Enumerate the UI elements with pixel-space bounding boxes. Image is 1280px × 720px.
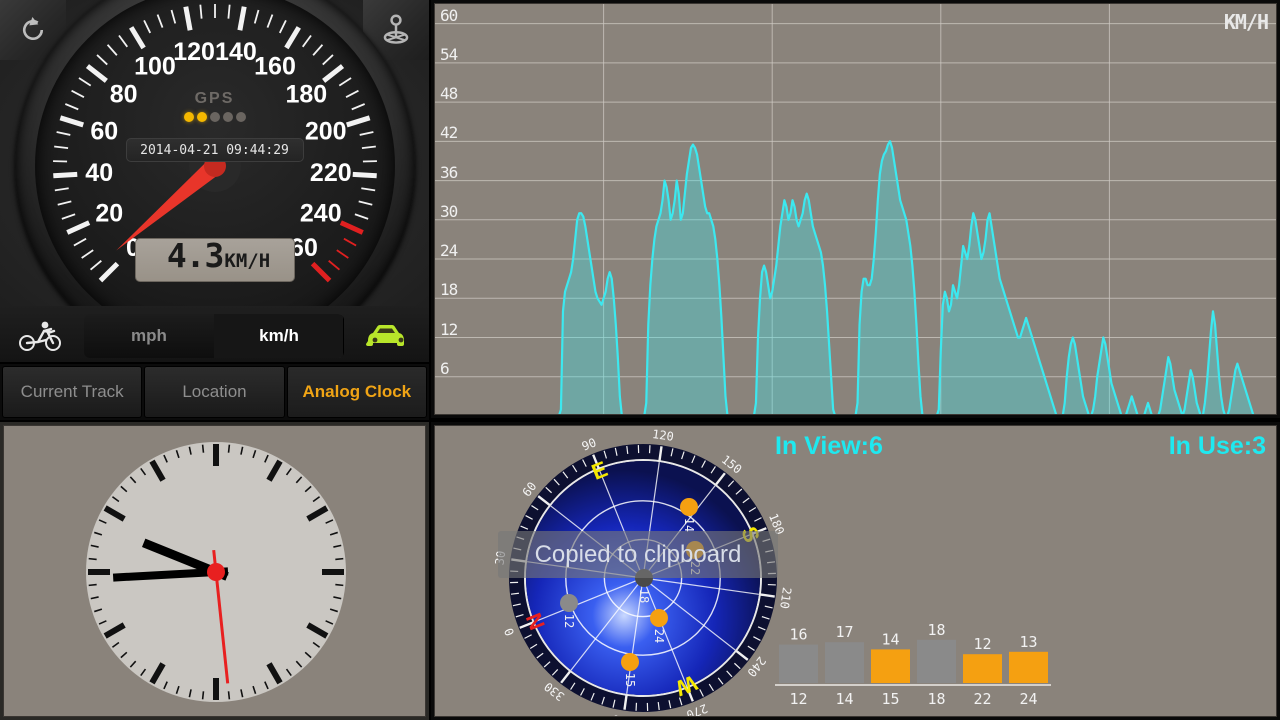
gps-dot xyxy=(209,112,220,122)
gps-dot xyxy=(222,112,233,122)
graph-y-tick: 48 xyxy=(440,84,458,104)
gps-dot xyxy=(196,112,207,122)
svg-text:24: 24 xyxy=(1019,690,1037,708)
speed-graph-svg xyxy=(435,4,1276,414)
analog-clock xyxy=(3,425,426,717)
bicycle-mode-button[interactable] xyxy=(6,312,76,360)
svg-text:90: 90 xyxy=(580,435,599,453)
speed-unit: KM/H xyxy=(224,250,271,272)
unit-tab-mph[interactable]: mph xyxy=(84,314,214,358)
speedometer-bottom-bar: mph km/h xyxy=(0,306,429,362)
tab-current-track[interactable]: Current Track xyxy=(2,366,143,418)
analog-clock-panel[interactable] xyxy=(0,422,429,720)
graph-unit-label: KM/H xyxy=(1223,10,1269,34)
satellite-view: In View:6 In Use:3 030609012015018021024… xyxy=(434,425,1277,717)
svg-text:60: 60 xyxy=(520,479,540,499)
gps-dot xyxy=(235,112,246,122)
tab-bar: Current Track Location Analog Clock xyxy=(0,364,429,420)
unit-tab-km-h[interactable]: km/h xyxy=(214,314,344,358)
dial-face: 0 20 40 60 80 100 120 140 160 180 200 220 240 260 xyxy=(35,0,395,346)
tab-location[interactable]: Location xyxy=(144,366,285,418)
svg-text:12: 12 xyxy=(562,614,576,628)
svg-text:16: 16 xyxy=(789,626,807,644)
speedometer-panel: 0 20 40 60 80 100 120 140 160 180 200 220 240 260 GPS… xyxy=(0,0,429,362)
satellite-panel[interactable]: In View:6 In Use:3 030609012015018021024… xyxy=(431,422,1280,720)
graph-y-tick: 18 xyxy=(440,280,458,300)
dial-scale: 020406080100120 140160180200220240260 xyxy=(53,4,377,283)
svg-text:24: 24 xyxy=(652,629,666,643)
svg-text:220: 220 xyxy=(310,159,352,187)
analog-clock-svg xyxy=(86,442,346,702)
svg-text:15: 15 xyxy=(881,690,899,708)
svg-text:120: 120 xyxy=(173,38,215,66)
graph-y-tick: 24 xyxy=(440,241,458,261)
svg-text:15: 15 xyxy=(623,673,637,687)
satellite-snr-bars: 16 12 17 14 14 15 18 18 12 22 13 24 xyxy=(775,621,1051,708)
toast-message: Copied to clipboard xyxy=(498,531,778,578)
svg-text:40: 40 xyxy=(85,159,113,187)
svg-text:0: 0 xyxy=(502,626,518,638)
graph-y-tick: 30 xyxy=(440,201,458,221)
svg-text:12: 12 xyxy=(789,690,807,708)
svg-text:14: 14 xyxy=(881,630,899,648)
gps-signal-dots xyxy=(0,112,429,122)
svg-text:100: 100 xyxy=(134,53,176,81)
graph-y-tick: 42 xyxy=(440,123,458,143)
bicycle-icon xyxy=(19,321,61,351)
speed-graph[interactable]: KM/H 6 12 18 24 30 36 42 48 54 60 xyxy=(434,3,1277,415)
unit-toggle[interactable]: mph km/h xyxy=(84,314,344,358)
car-icon xyxy=(366,325,404,346)
gps-fix-label: GPS xyxy=(194,90,235,107)
datetime-display: 2014-04-21 09:44:29 xyxy=(125,138,304,162)
satellites-in-use: In Use:3 xyxy=(1168,432,1266,460)
svg-text:18: 18 xyxy=(927,621,945,639)
svg-text:18: 18 xyxy=(637,589,651,603)
graph-y-tick: 60 xyxy=(440,5,458,25)
gps-dot xyxy=(183,112,194,122)
svg-text:300: 300 xyxy=(611,712,634,717)
speed-readout: 4.3 KM/H xyxy=(134,236,295,282)
svg-text:12: 12 xyxy=(973,635,991,653)
car-mode-button[interactable] xyxy=(353,312,423,360)
graph-y-tick: 12 xyxy=(440,319,458,339)
graph-y-tick: 6 xyxy=(440,358,450,378)
svg-text:160: 160 xyxy=(254,53,296,81)
svg-text:14: 14 xyxy=(835,690,853,708)
svg-text:140: 140 xyxy=(215,38,257,66)
graph-y-tick: 54 xyxy=(440,44,458,64)
svg-text:22: 22 xyxy=(973,690,991,708)
svg-text:120: 120 xyxy=(651,427,674,444)
svg-text:210: 210 xyxy=(777,586,794,609)
speed-value: 4.3 xyxy=(166,236,225,275)
speed-graph-panel[interactable]: KM/H 6 12 18 24 30 36 42 48 54 60 xyxy=(431,0,1280,418)
svg-text:240: 240 xyxy=(300,200,342,228)
speedometer-dial: 0 20 40 60 80 100 120 140 160 180 200 220 240 260 xyxy=(10,0,420,362)
svg-text:17: 17 xyxy=(835,623,853,641)
graph-y-tick: 36 xyxy=(440,162,458,182)
datetime-value: 2014-04-21 09:44:29 xyxy=(140,142,289,158)
svg-text:20: 20 xyxy=(95,200,123,228)
app-root: 0 20 40 60 80 100 120 140 160 180 200 220 240 260 GPS… xyxy=(0,0,1280,720)
svg-text:18: 18 xyxy=(927,690,945,708)
tab-analog-clock[interactable]: Analog Clock xyxy=(286,366,427,418)
svg-text:13: 13 xyxy=(1019,633,1037,651)
